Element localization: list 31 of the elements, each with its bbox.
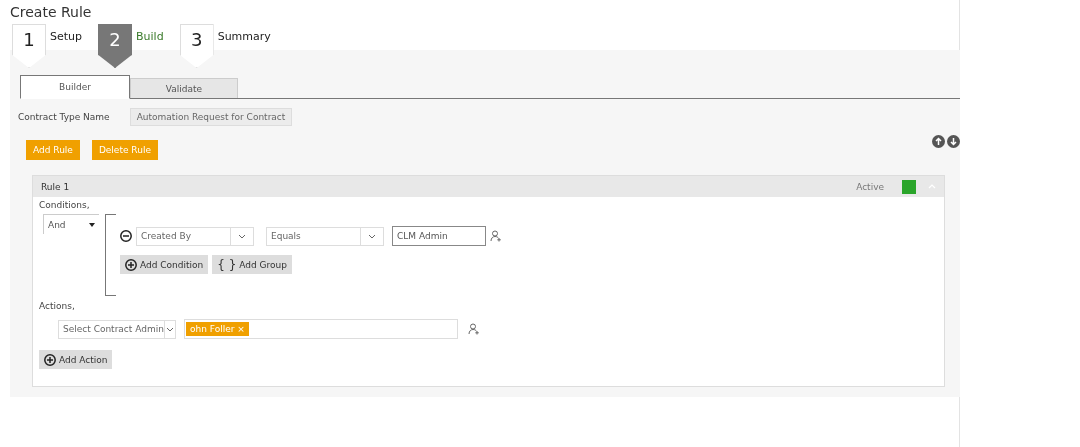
step-label[interactable]: Setup (46, 24, 83, 43)
dropdown-arrow-icon (89, 222, 95, 227)
rule-title: Rule 1 (41, 181, 70, 192)
add-action-button[interactable]: Add Action (39, 350, 113, 369)
action-dropdown[interactable]: Select Contract Admin (58, 319, 176, 339)
step-label[interactable]: Summary (213, 24, 271, 43)
chevron-down-icon (368, 233, 376, 239)
add-person-icon[interactable] (490, 230, 502, 242)
add-circle-icon (125, 258, 137, 271)
move-down-icon[interactable] (947, 134, 960, 148)
move-up-icon[interactable] (932, 134, 945, 148)
step-label[interactable]: Build (132, 24, 164, 43)
tab[interactable]: Builder (20, 75, 130, 99)
add-circle-icon (44, 353, 56, 366)
chevron-down-icon (165, 326, 174, 332)
value-input[interactable]: CLM Admin (392, 226, 486, 246)
remove-circle-icon[interactable] (120, 230, 132, 242)
field-dropdown[interactable]: Created By (136, 226, 254, 246)
status-label: Active (856, 181, 884, 192)
page-title: Create Rule (10, 3, 93, 20)
contract-type-field: Automation Request for Contract (129, 108, 293, 126)
operator-dropdown[interactable]: And (43, 214, 99, 234)
tab[interactable]: Validate (130, 78, 238, 98)
add-condition-button[interactable]: Add Condition (120, 255, 209, 274)
field-label: Contract Type Name (18, 112, 110, 122)
add-group-button[interactable]: { } Add Group (212, 255, 292, 274)
comparison-dropdown[interactable]: Equals (266, 226, 384, 246)
add-person-icon[interactable] (468, 323, 480, 335)
section-label: Actions, (38, 300, 76, 311)
section-label: Conditions, (38, 199, 91, 210)
chevron-down-icon (238, 233, 246, 239)
